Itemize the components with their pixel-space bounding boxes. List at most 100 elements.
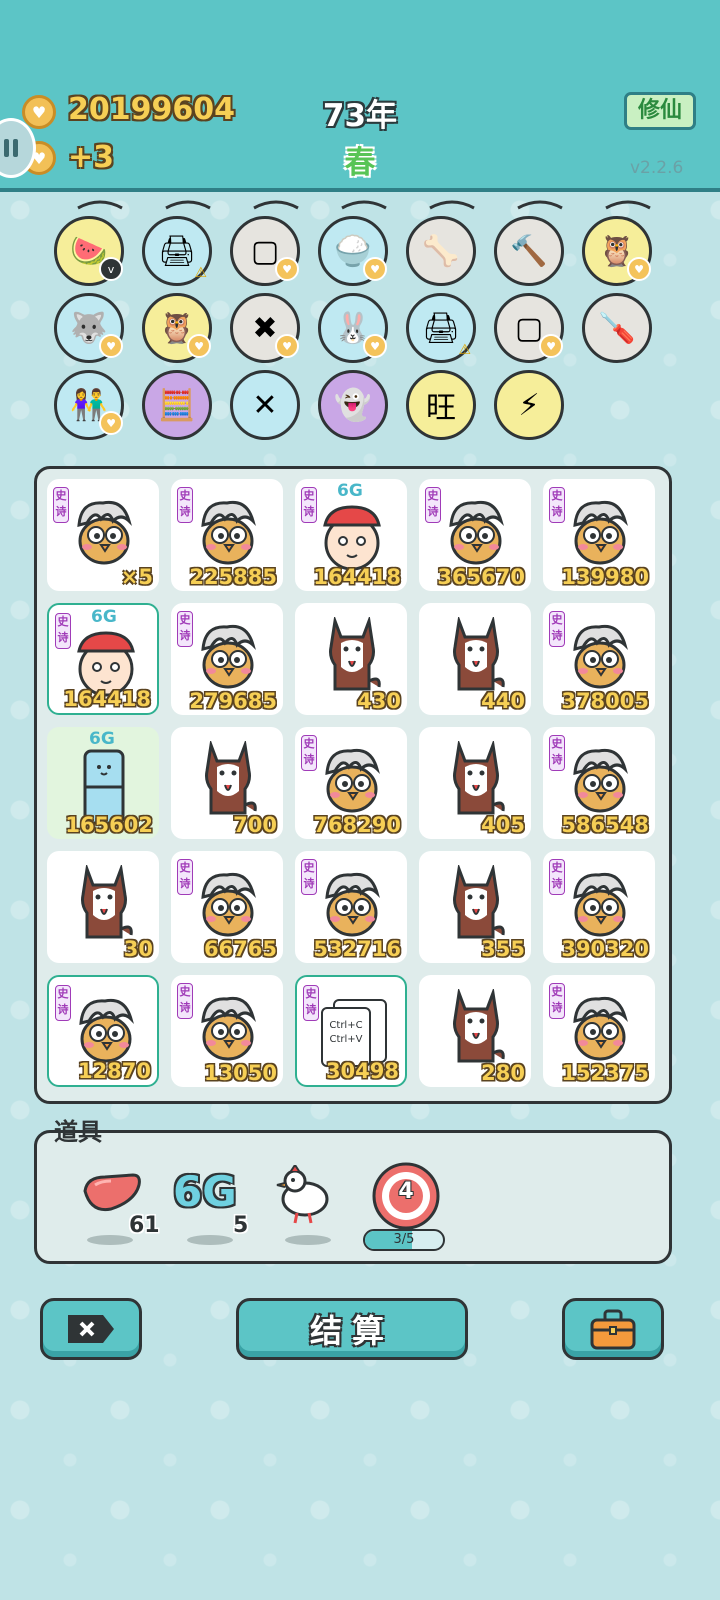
character-card-chick[interactable]: 史诗 768290 — [295, 727, 407, 839]
rabbit-icon[interactable]: 🐰 ♥ — [318, 293, 388, 363]
heart-badge-icon: ♥ — [275, 257, 299, 281]
lightning-icon[interactable]: ⚡ — [494, 370, 564, 440]
xiuxian-button[interactable]: 修仙 — [624, 92, 696, 130]
printer-icon-2[interactable]: 🖨 ⚠ — [406, 293, 476, 363]
copy-card-front: Ctrl+C Ctrl+V — [321, 1007, 371, 1067]
dog-bowl-icon[interactable]: 🦴 — [406, 216, 476, 286]
briefcase-button[interactable] — [562, 1298, 664, 1360]
epic-tag: 史诗 — [301, 487, 317, 523]
sixg-item-icon[interactable]: 6G — [173, 1167, 237, 1216]
epic-tag: 史诗 — [55, 985, 71, 1021]
hammer-icon[interactable]: 🔨 — [494, 216, 564, 286]
card-value: 586548 — [561, 813, 649, 837]
item-shadow — [285, 1235, 331, 1245]
card-value: 164418 — [63, 687, 151, 711]
delete-tag-icon[interactable]: ✖ ♥ — [230, 293, 300, 363]
character-card-copypaste[interactable]: Ctrl+C Ctrl+V 史诗 30498 — [295, 975, 407, 1087]
character-card-redhat[interactable]: 史诗 6G 164418 — [295, 479, 407, 591]
character-card-chick[interactable]: 史诗 139980 — [543, 479, 655, 591]
character-card-chick[interactable]: 史诗 ×5 — [47, 479, 159, 591]
fruit-basket-icon[interactable]: 🍉 v — [54, 216, 124, 286]
chick-character-icon — [317, 867, 387, 945]
epic-tag: 史诗 — [177, 487, 193, 523]
epic-tag: 史诗 — [549, 487, 565, 523]
card-value: 279685 — [189, 689, 277, 713]
character-card-chick[interactable]: 史诗 532716 — [295, 851, 407, 963]
chick-character-icon — [193, 619, 263, 697]
chick-character-icon — [565, 991, 635, 1069]
card-value: 768290 — [313, 813, 401, 837]
remove-ads-button[interactable] — [40, 1298, 142, 1360]
epic-tag: 史诗 — [301, 735, 317, 771]
card-value: 280 — [481, 1061, 525, 1085]
card-value: 13050 — [203, 1061, 277, 1085]
sugar-cubes-icon-2[interactable]: ▢ ♥ — [494, 293, 564, 363]
screwdriver-icon[interactable]: 🪛 — [582, 293, 652, 363]
rice-bowl-icon[interactable]: 🍚 ♥ — [318, 216, 388, 286]
character-card-chick[interactable]: 史诗 152375 — [543, 975, 655, 1087]
epic-tag: 史诗 — [549, 983, 565, 1019]
season-label: 春 — [344, 145, 376, 181]
target-number: 4 — [398, 1179, 414, 1204]
character-card-chick[interactable]: 史诗 279685 — [171, 603, 283, 715]
wang-tiles-icon[interactable]: 旺 — [406, 370, 476, 440]
epic-tag: 史诗 — [301, 859, 317, 895]
settle-button[interactable]: 结算 — [236, 1298, 468, 1360]
character-card-chick[interactable]: 史诗 365670 — [419, 479, 531, 591]
character-card-fridge[interactable]: 6G 165602 — [47, 727, 159, 839]
heart-badge-icon: ♥ — [539, 334, 563, 358]
character-card-chick[interactable]: 史诗 390320 — [543, 851, 655, 963]
warning-badge-icon: ⚠ — [194, 265, 207, 281]
chick-character-icon — [565, 619, 635, 697]
card-value: ×5 — [120, 565, 153, 589]
heart-badge-icon: ♥ — [627, 257, 651, 281]
white-bird-icon[interactable] — [275, 1165, 335, 1227]
paste-label: Ctrl+V — [329, 1034, 363, 1045]
character-card-chick[interactable]: 史诗 13050 — [171, 975, 283, 1087]
chick-character-icon — [317, 743, 387, 821]
character-card-chick[interactable]: 史诗 66765 — [171, 851, 283, 963]
character-card-dog[interactable]: 355 — [419, 851, 531, 963]
character-board: 史诗 ×5 史诗 225885 史诗 6G 164418 史诗 365670 史诗 1399… — [34, 466, 672, 1104]
epic-tag: 史诗 — [177, 859, 193, 895]
hidden-tools-row-edge — [77, 200, 651, 210]
sixg-tag: 6G — [337, 481, 363, 501]
owls-icon[interactable]: 🦉 ♥ — [582, 216, 652, 286]
character-card-chick[interactable]: 史诗 586548 — [543, 727, 655, 839]
couple-icon[interactable]: 👫 ♥ — [54, 370, 124, 440]
card-value: 532716 — [313, 937, 401, 961]
ghost-icon[interactable]: 👻 — [318, 370, 388, 440]
chick-character-icon — [441, 495, 511, 573]
character-card-dog[interactable]: 700 — [171, 727, 283, 839]
liver-icon[interactable] — [81, 1171, 143, 1215]
printer-icon[interactable]: 🖨 ⚠ — [142, 216, 212, 286]
copy-label: Ctrl+C — [329, 1020, 363, 1031]
year-label: 73年 — [322, 98, 398, 134]
item-shadow — [87, 1235, 133, 1245]
epic-tag: 史诗 — [303, 985, 319, 1021]
epic-tag: 史诗 — [55, 613, 71, 649]
math-head-icon[interactable]: 🧮 — [142, 370, 212, 440]
character-card-chick[interactable]: 史诗 378005 — [543, 603, 655, 715]
card-value: 440 — [481, 689, 525, 713]
chick-character-icon — [193, 867, 263, 945]
heart-badge-icon: ♥ — [99, 411, 123, 435]
character-card-redhat[interactable]: 史诗 6G 164418 — [47, 603, 159, 715]
chopsticks-icon[interactable]: ✕ — [230, 370, 300, 440]
sugar-cubes-icon[interactable]: ▢ ♥ — [230, 216, 300, 286]
character-card-dog[interactable]: 405 — [419, 727, 531, 839]
epic-tag: 史诗 — [177, 611, 193, 647]
husky-icon[interactable]: 🐺 ♥ — [54, 293, 124, 363]
character-card-chick[interactable]: 史诗 225885 — [171, 479, 283, 591]
card-value: 66765 — [203, 937, 277, 961]
card-value: 164418 — [313, 565, 401, 589]
character-card-dog[interactable]: 30 — [47, 851, 159, 963]
character-card-dog[interactable]: 440 — [419, 603, 531, 715]
owls-icon-2[interactable]: 🦉 ♥ — [142, 293, 212, 363]
card-value: 390320 — [561, 937, 649, 961]
sixg-tag: 6G — [89, 729, 115, 749]
item-shadow — [187, 1235, 233, 1245]
character-card-dog[interactable]: 280 — [419, 975, 531, 1087]
character-card-chick[interactable]: 史诗 12870 — [47, 975, 159, 1087]
character-card-dog[interactable]: 430 — [295, 603, 407, 715]
